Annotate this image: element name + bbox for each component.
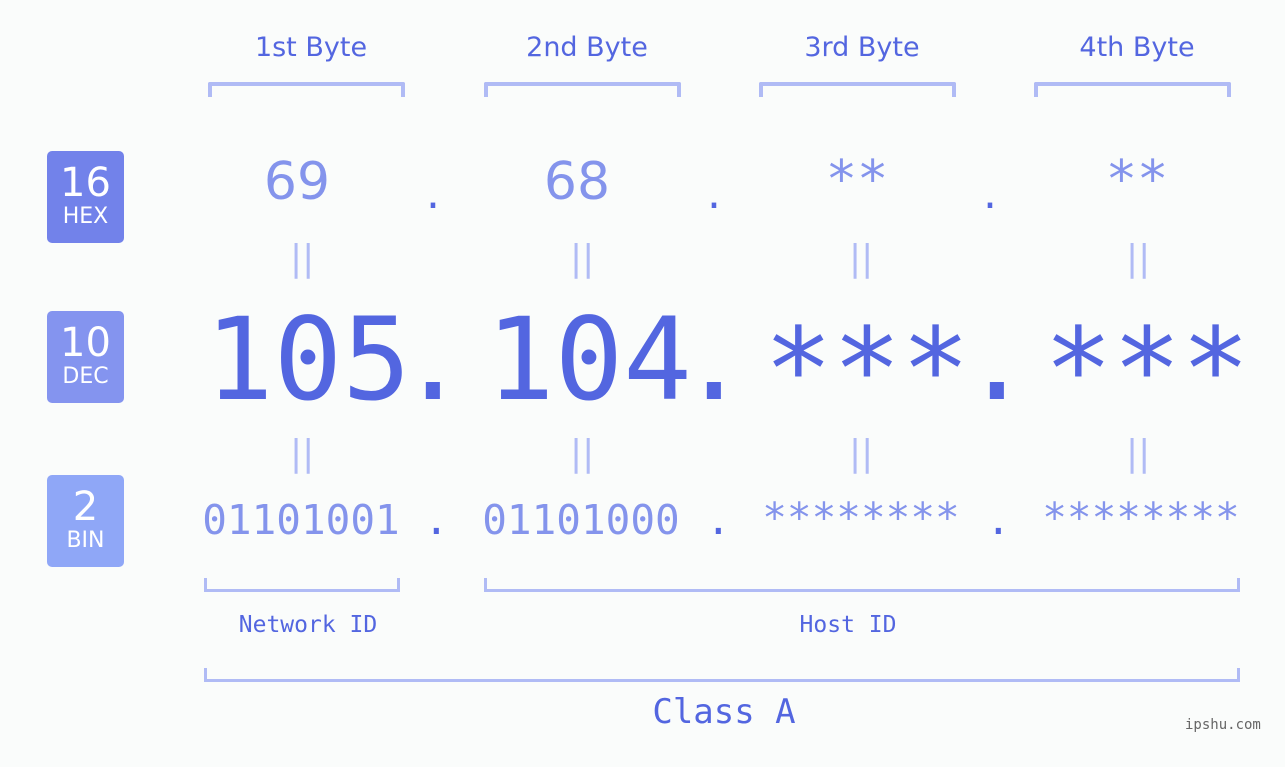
byte-bracket-4 [1034,82,1231,97]
bin-octet-3: ******** [762,494,960,542]
network-id-label: Network ID [238,612,378,638]
class-bracket [204,668,1240,682]
host-id-label: Host ID [799,612,897,638]
byte-header-4: 4th Byte [1079,32,1195,63]
byte-header-3: 3rd Byte [804,32,920,63]
equals-hex-dec-4: || [1126,238,1151,279]
dec-separator-2: . [679,293,749,426]
bin-separator-2: . [706,496,731,544]
byte-bracket-2 [484,82,681,97]
dec-base-number: 10 [60,320,111,366]
dec-separator-3: . [962,293,1032,426]
dec-octet-4: *** [1044,303,1250,436]
equals-dec-bin-4: || [1126,433,1151,474]
hex-octet-3: ** [825,150,889,210]
hex-separator-1: . [426,168,440,219]
hex-octet-2: 68 [543,152,611,212]
dec-badge: 10 DEC [47,311,124,403]
equals-hex-dec-3: || [849,238,874,279]
bin-badge: 2 BIN [47,475,124,567]
equals-dec-bin-1: || [290,433,315,474]
dec-octet-3: *** [764,303,970,436]
dec-octet-1: 105 [205,293,411,426]
bin-octet-2: 01101000 [482,496,680,544]
byte-bracket-3 [759,82,956,97]
network-id-bracket [204,578,400,592]
byte-bracket-1 [208,82,405,97]
hex-separator-2: . [707,168,721,219]
bin-base-label: BIN [66,528,105,553]
class-label: Class A [652,692,796,732]
hex-base-label: HEX [62,204,109,229]
dec-octet-2: 104 [486,293,692,426]
bin-base-number: 2 [72,484,99,530]
hex-badge: 16 HEX [47,151,124,243]
equals-hex-dec-2: || [570,238,595,279]
equals-dec-bin-2: || [570,433,595,474]
bin-separator-3: . [986,496,1011,544]
hex-octet-4: ** [1105,150,1169,210]
equals-dec-bin-3: || [849,433,874,474]
byte-header-1: 1st Byte [254,32,368,63]
dec-base-label: DEC [62,364,109,389]
hex-base-number: 16 [60,160,111,206]
watermark: ipshu.com [1185,717,1261,733]
bin-separator-1: . [424,496,449,544]
bin-octet-1: 01101001 [202,496,400,544]
host-id-bracket [484,578,1240,592]
hex-octet-1: 69 [263,152,331,212]
equals-hex-dec-1: || [290,238,315,279]
byte-header-2: 2nd Byte [526,32,648,63]
hex-separator-3: . [983,168,997,219]
dec-separator-1: . [398,293,468,426]
bin-octet-4: ******** [1042,494,1240,542]
